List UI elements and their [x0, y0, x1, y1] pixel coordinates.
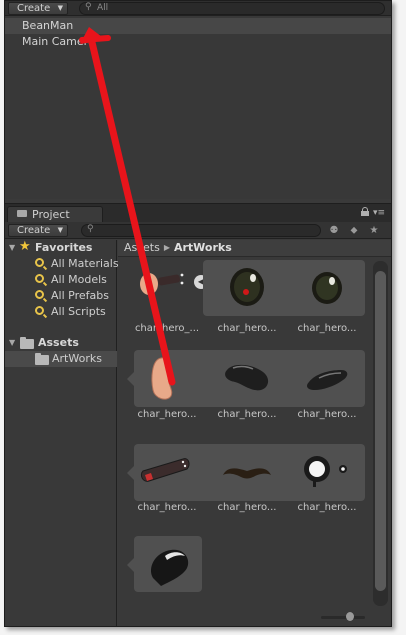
- tab-label: Project: [32, 208, 70, 221]
- favorite-item-all-materials[interactable]: All Materials: [5, 256, 119, 272]
- asset-label: char_hero...: [137, 409, 197, 420]
- thumbnail-size-slider-knob[interactable]: [346, 612, 354, 621]
- search-lens-icon: [35, 306, 44, 315]
- search-placeholder: All: [97, 3, 109, 13]
- folder-icon: [17, 210, 27, 217]
- bean-body-sprite-icon: [151, 357, 173, 400]
- expand-triangle-icon[interactable]: ▼: [9, 335, 15, 351]
- folder-icon: [35, 353, 49, 365]
- vertical-scrollbar[interactable]: [373, 261, 388, 606]
- create-label: Create: [17, 225, 51, 236]
- assets-folder[interactable]: ▼ Assets: [5, 335, 117, 351]
- favorite-item-label: All Prefabs: [51, 289, 109, 302]
- hierarchy-item-label: BeanMan: [22, 19, 74, 32]
- favorite-item-label: All Models: [51, 273, 107, 286]
- search-icon: ⚲: [85, 2, 92, 12]
- sprite-sheet-thumbnail-icon: [140, 273, 184, 295]
- create-label: Create: [17, 3, 51, 14]
- search-lens-icon: [35, 290, 44, 299]
- dropdown-arrow-icon: ▼: [57, 226, 63, 234]
- favorites-label: Favorites: [35, 241, 93, 254]
- dropdown-arrow-icon: ▼: [57, 4, 63, 12]
- search-by-label-icon[interactable]: ⬥: [345, 224, 363, 237]
- asset-label: char_hero...: [297, 323, 357, 334]
- asset-label: char_hero...: [297, 409, 357, 420]
- cannon-arm-sprite-icon: [140, 458, 190, 482]
- mustache-sprite-icon: [223, 468, 271, 479]
- star-icon: ★: [19, 239, 31, 254]
- hierarchy-item-main-camera[interactable]: Main Camera: [5, 34, 391, 50]
- project-panel: Project ▾≡ Create ▼ ⚲ ⚉ ⬥ ★ ▼ ★ Favorite…: [5, 203, 391, 626]
- folder-artworks[interactable]: ArtWorks: [5, 351, 117, 367]
- dark-bean-small-sprite-icon: [307, 370, 348, 390]
- assets-label: Assets: [38, 336, 79, 349]
- project-tabbar: Project ▾≡: [5, 203, 391, 223]
- expand-triangle-icon[interactable]: ▼: [9, 240, 15, 256]
- lock-icon[interactable]: [361, 207, 369, 216]
- cap-sprite-icon: [151, 549, 189, 586]
- project-search-input[interactable]: ⚲: [81, 224, 321, 237]
- hierarchy-create-button[interactable]: Create ▼: [8, 2, 68, 15]
- breadcrumb-separator-icon: ▶: [163, 243, 170, 252]
- eye-red-pupil-sprite-icon: [230, 268, 264, 306]
- asset-label: char_hero_...: [134, 323, 200, 334]
- breadcrumb-item-artworks[interactable]: ArtWorks: [174, 241, 232, 254]
- panel-menu-icon[interactable]: ▾≡: [373, 209, 385, 218]
- favorite-item-all-prefabs[interactable]: All Prefabs: [5, 288, 117, 304]
- asset-label: char_hero...: [137, 502, 197, 513]
- tab-project[interactable]: Project: [7, 206, 103, 223]
- asset-label: char_hero...: [217, 409, 277, 420]
- asset-browser: Assets ▶ ArtWorks char_hero_... ◀ char_h…: [118, 240, 391, 626]
- scrollbar-thumb[interactable]: [375, 271, 386, 591]
- dark-bean-sprite-icon: [225, 364, 269, 391]
- breadcrumb-item-assets[interactable]: Assets: [124, 241, 160, 254]
- folder-label: ArtWorks: [52, 352, 102, 365]
- search-by-type-icon[interactable]: ⚉: [325, 224, 343, 237]
- project-folder-tree: ▼ ★ Favorites All Materials All Models A…: [5, 239, 119, 626]
- favorites-header[interactable]: ▼ ★ Favorites: [5, 239, 117, 256]
- asset-label: char_hero...: [217, 502, 277, 513]
- unity-editor-window: Create ▼ ⚲ All BeanMan Main Camera Proje…: [4, 0, 392, 627]
- search-lens-icon: [35, 258, 44, 267]
- search-icon: ⚲: [87, 224, 94, 234]
- hierarchy-panel: Create ▼ ⚲ All BeanMan Main Camera: [5, 1, 391, 199]
- thumbnail-size-slider[interactable]: [321, 616, 365, 619]
- asset-label: char_hero...: [297, 502, 357, 513]
- project-create-button[interactable]: Create ▼: [8, 224, 68, 237]
- favorite-item-label: All Scripts: [51, 305, 106, 318]
- favorite-star-icon[interactable]: ★: [365, 224, 383, 237]
- asset-label: char_hero...: [217, 323, 277, 334]
- favorite-item-all-scripts[interactable]: All Scripts: [5, 304, 117, 320]
- hierarchy-item-beanman[interactable]: BeanMan: [5, 18, 391, 34]
- hierarchy-item-label: Main Camera: [22, 35, 95, 48]
- hierarchy-search-input[interactable]: ⚲ All: [79, 2, 385, 15]
- favorite-item-label: All Materials: [51, 257, 119, 270]
- eye-sprite-icon: [312, 272, 342, 304]
- favorite-item-all-models[interactable]: All Models: [5, 272, 117, 288]
- hierarchy-toolbar: Create ▼ ⚲ All: [5, 1, 391, 16]
- folder-icon: [20, 337, 34, 349]
- search-lens-icon: [35, 274, 44, 283]
- project-toolbar: Create ▼ ⚲ ⚉ ⬥ ★: [5, 222, 391, 239]
- breadcrumb: Assets ▶ ArtWorks: [118, 240, 391, 257]
- monocle-sprite-icon: [304, 456, 347, 487]
